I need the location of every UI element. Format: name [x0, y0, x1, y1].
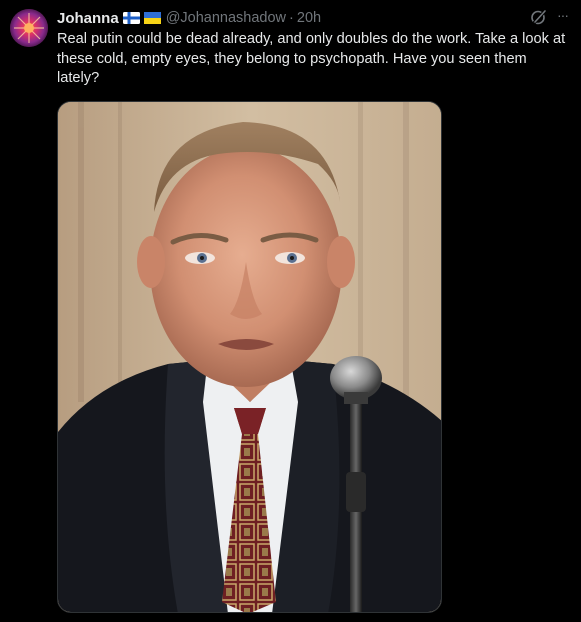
- timestamp[interactable]: 20h: [297, 10, 321, 26]
- tweet: Johanna @Johannashadow · 20h ··· Real pu…: [0, 0, 581, 622]
- author-name[interactable]: Johanna: [57, 10, 119, 27]
- author-handle[interactable]: @Johannashadow: [166, 10, 286, 26]
- tweet-text: Real putin could be dead already, and on…: [57, 31, 566, 86]
- ukraine-flag-icon: [143, 12, 161, 24]
- grok-icon[interactable]: [530, 8, 548, 26]
- more-options-icon[interactable]: ···: [557, 6, 575, 26]
- avatar[interactable]: [10, 9, 48, 47]
- tweet-header: Johanna @Johannashadow · 20h: [57, 8, 321, 28]
- separator-dot: ·: [289, 10, 294, 26]
- finland-flag-icon: [122, 12, 140, 24]
- tweet-photo[interactable]: [57, 101, 442, 613]
